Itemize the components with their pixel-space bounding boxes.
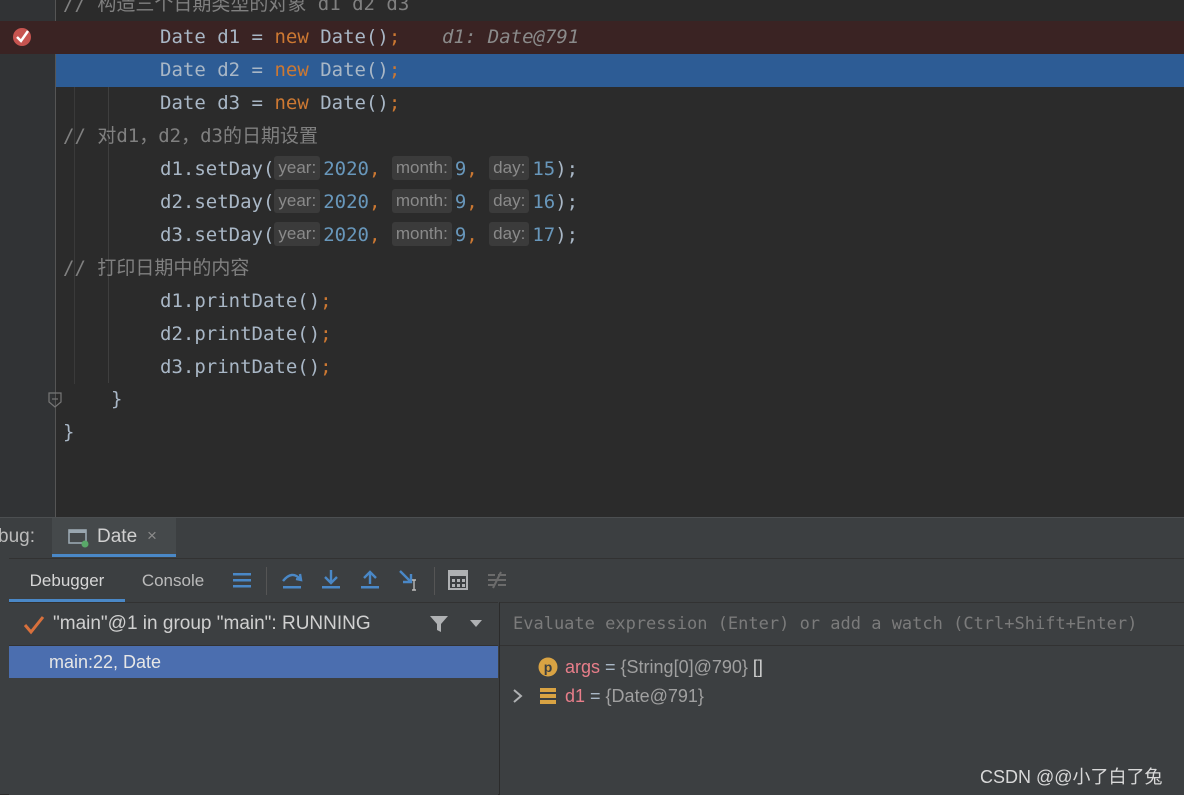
code-text: d3.printDate(); bbox=[160, 356, 332, 378]
code-text: Date d3 = new Date(); bbox=[160, 92, 401, 114]
code-text: d3.setDay(year: 2020, month: 9, day: 17); bbox=[160, 222, 579, 246]
frames-panel: "main"@1 in group "main": RUNNING main:2… bbox=[9, 602, 498, 795]
param-hint: year: bbox=[274, 189, 321, 213]
step-out-icon[interactable] bbox=[358, 568, 382, 592]
param-hint: day: bbox=[489, 156, 530, 180]
close-icon[interactable]: × bbox=[147, 526, 157, 546]
debug-tool-window: bug: Date × Debugger Console "main"@1 in… bbox=[0, 517, 1184, 795]
watermark: CSDN @@小了白了兔 bbox=[980, 767, 1163, 787]
param-hint: day: bbox=[489, 189, 530, 213]
code-comment: // 打印日期中的内容 bbox=[63, 257, 250, 279]
code-line[interactable]: d2.setDay(year: 2020, month: 9, day: 16); bbox=[0, 186, 1184, 219]
code-line[interactable]: // 构造三个日期类型的对象 d1 d2 d3 bbox=[0, 0, 1184, 21]
code-line[interactable]: d1.printDate(); bbox=[0, 285, 1184, 318]
code-line[interactable]: Date d3 = new Date(); bbox=[0, 87, 1184, 120]
code-line[interactable]: } bbox=[0, 383, 1184, 416]
code-editor[interactable]: // 构造三个日期类型的对象 d1 d2 d3 Date d1 = new Da… bbox=[0, 0, 1184, 517]
code-text: d1.setDay(year: 2020, month: 9, day: 15); bbox=[160, 156, 579, 180]
code-line[interactable]: // 对d1，d2，d3的日期设置 bbox=[0, 120, 1184, 153]
param-hint: day: bbox=[489, 222, 530, 246]
thread-status: "main"@1 in group "main": RUNNING bbox=[53, 613, 371, 634]
evaluate-expression-icon[interactable] bbox=[446, 568, 470, 592]
code-comment: // 对d1，d2，d3的日期设置 bbox=[63, 125, 318, 147]
breakpoint-check-icon[interactable] bbox=[11, 26, 33, 48]
code-text: d2.printDate(); bbox=[160, 323, 332, 345]
chevron-down-icon[interactable] bbox=[469, 619, 483, 629]
param-hint: year: bbox=[274, 222, 321, 246]
param-hint: month: bbox=[391, 189, 452, 213]
toolbar-separator bbox=[434, 567, 435, 595]
code-line[interactable]: } bbox=[0, 416, 1184, 449]
param-hint: month: bbox=[391, 222, 452, 246]
debug-toolbar: Debugger Console bbox=[9, 558, 1184, 602]
run-tab-label: Date bbox=[97, 526, 138, 547]
code-text: d2.setDay(year: 2020, month: 9, day: 16); bbox=[160, 189, 579, 213]
tab-console[interactable]: Console bbox=[131, 559, 215, 602]
run-to-cursor-icon[interactable] bbox=[397, 568, 421, 592]
param-hint: month: bbox=[391, 156, 452, 180]
code-text: Date d2 = new Date(); bbox=[160, 59, 401, 81]
stack-frame-row[interactable]: main:22, Date bbox=[9, 646, 498, 678]
step-over-icon[interactable] bbox=[280, 568, 304, 592]
code-line[interactable]: d3.setDay(year: 2020, month: 9, day: 17); bbox=[0, 219, 1184, 252]
chevron-right-icon[interactable] bbox=[512, 689, 524, 703]
code-line[interactable]: // 打印日期中的内容 bbox=[0, 252, 1184, 285]
field-icon bbox=[540, 688, 556, 704]
code-line[interactable]: d1.setDay(year: 2020, month: 9, day: 15); bbox=[0, 153, 1184, 186]
variable-text: d1 = {Date@791} bbox=[565, 686, 704, 706]
tab-debugger[interactable]: Debugger bbox=[9, 559, 125, 602]
parameter-badge-icon: p bbox=[538, 657, 558, 677]
run-config-icon bbox=[68, 529, 89, 548]
thread-selector[interactable]: "main"@1 in group "main": RUNNING bbox=[9, 603, 498, 646]
code-line-breakpoint[interactable]: Date d1 = new Date(); d1: Date@791 bbox=[0, 21, 1184, 54]
check-icon bbox=[23, 616, 45, 635]
param-hint: year: bbox=[274, 156, 321, 180]
debug-label: bug: bbox=[0, 526, 35, 547]
inline-debug-value: d1: Date@791 bbox=[442, 26, 580, 48]
code-text: Date d1 = new Date(); bbox=[160, 26, 401, 48]
evaluate-placeholder: Evaluate expression (Enter) or add a wat… bbox=[513, 614, 1138, 634]
closing-brace: } bbox=[111, 388, 123, 410]
code-line-current[interactable]: Date d2 = new Date(); bbox=[56, 54, 1184, 87]
filter-icon[interactable] bbox=[429, 614, 449, 634]
trace-stream-icon[interactable] bbox=[485, 568, 509, 592]
variable-row[interactable]: d1 = {Date@791} bbox=[500, 681, 1184, 711]
code-line[interactable]: d2.printDate(); bbox=[0, 318, 1184, 351]
closing-brace: } bbox=[63, 421, 75, 443]
code-comment: // 构造三个日期类型的对象 d1 d2 d3 bbox=[63, 0, 410, 15]
evaluate-expression-field[interactable]: Evaluate expression (Enter) or add a wat… bbox=[500, 603, 1184, 646]
variable-row[interactable]: p args = {String[0]@790} [] bbox=[500, 652, 1184, 682]
show-execution-point-icon[interactable] bbox=[230, 568, 254, 592]
fold-icon[interactable] bbox=[48, 392, 62, 408]
code-line[interactable]: d3.printDate(); bbox=[0, 351, 1184, 384]
code-text: d1.printDate(); bbox=[160, 290, 332, 312]
variable-text: args = {String[0]@790} [] bbox=[565, 657, 763, 677]
debug-title-bar: bug: Date × bbox=[0, 518, 1184, 557]
step-into-icon[interactable] bbox=[319, 568, 343, 592]
toolbar-separator bbox=[266, 567, 267, 595]
svg-text:p: p bbox=[544, 659, 553, 675]
stack-frame-label: main:22, Date bbox=[49, 652, 162, 672]
run-session-tab[interactable]: Date × bbox=[52, 518, 176, 557]
